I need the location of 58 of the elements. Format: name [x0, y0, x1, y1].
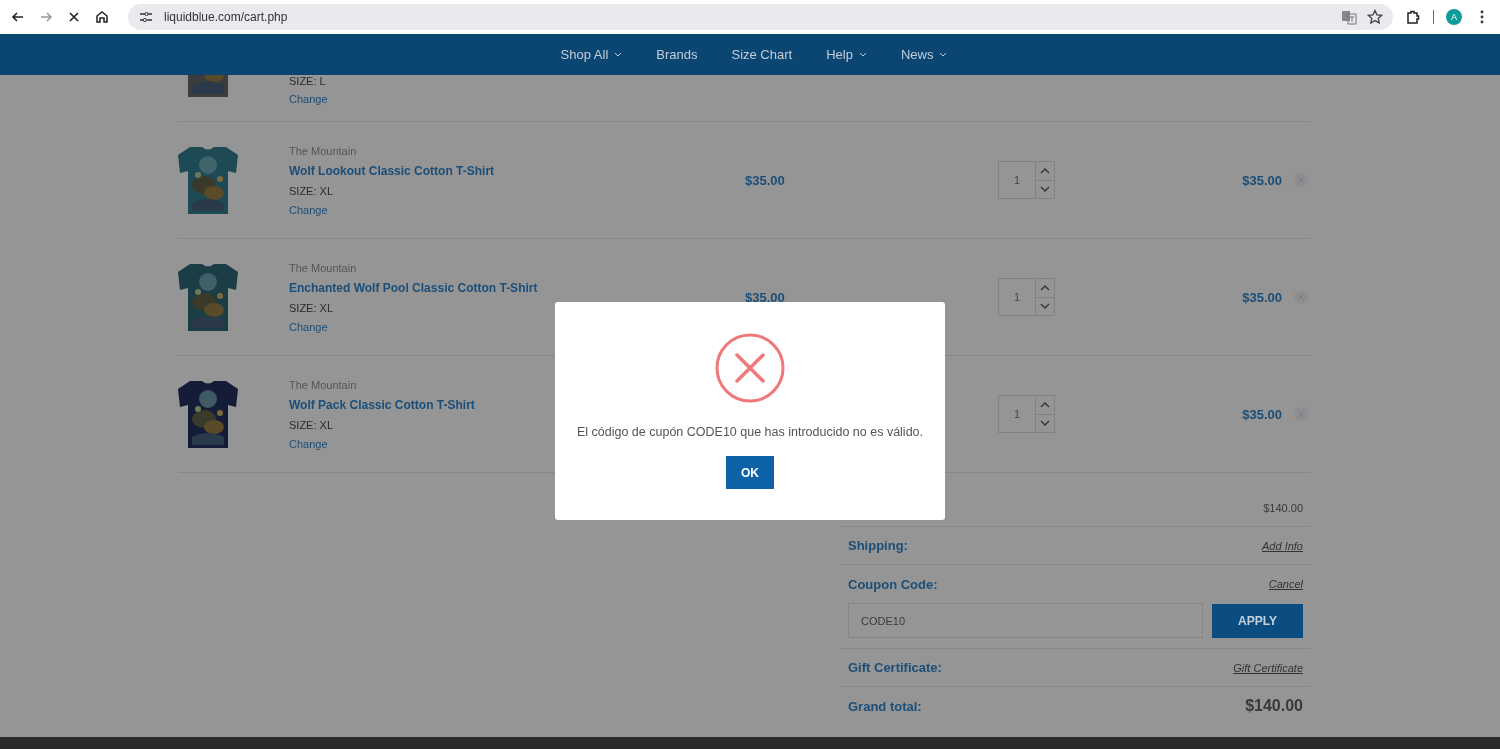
- change-link[interactable]: Change: [289, 203, 328, 216]
- quantity-stepper[interactable]: 1: [998, 278, 1055, 316]
- address-bar[interactable]: liquidblue.com/cart.php: [128, 4, 1393, 30]
- brand-text: The Mountain: [289, 261, 357, 274]
- label-text: Coupon Code:: [848, 576, 938, 592]
- product-link[interactable]: Enchanted Wolf Pool Classic Cotton T-Shirt: [289, 280, 538, 295]
- apply-button[interactable]: APPLY: [1212, 603, 1303, 638]
- chevron-up-icon[interactable]: [1040, 401, 1050, 408]
- puzzle-icon[interactable]: [1404, 9, 1421, 25]
- amount-text: $140.00: [1263, 501, 1303, 514]
- close-icon: [1298, 294, 1304, 300]
- chevron-up-icon[interactable]: [1040, 284, 1050, 291]
- nav-link[interactable]: News: [900, 47, 948, 62]
- chevron-down-icon[interactable]: [1040, 420, 1050, 427]
- nav-link[interactable]: Shop All: [560, 47, 623, 62]
- nav-link[interactable]: Help: [826, 47, 867, 62]
- total-text: $35.00: [1242, 172, 1282, 188]
- product-link[interactable]: Wolf Pack Classic Cotton T-Shirt: [289, 397, 475, 412]
- size-text: SIZE: XL: [289, 184, 334, 197]
- label-text: Gift Certificate:: [848, 660, 942, 675]
- total-text: $35.00: [1242, 289, 1282, 305]
- chevron-down-icon[interactable]: [1040, 303, 1050, 310]
- brand-text: The Mountain: [289, 378, 357, 391]
- close-icon: [1298, 411, 1304, 417]
- product-link[interactable]: Wolf Lookout Classic Cotton T-Shirt: [289, 163, 495, 178]
- error-icon: [715, 333, 785, 403]
- total-text: $35.00: [1242, 406, 1282, 422]
- nav-link[interactable]: Size Chart: [731, 47, 793, 62]
- brand-text: The Mountain: [289, 144, 357, 157]
- chevron-up-icon[interactable]: [1040, 167, 1050, 174]
- gift-certificate-link[interactable]: Gift Certificate: [1233, 661, 1303, 674]
- cancel-link[interactable]: Cancel: [1268, 578, 1303, 590]
- change-link[interactable]: Change: [289, 320, 328, 333]
- price-text: $35.00: [745, 172, 786, 188]
- coupon-field[interactable]: CODE10: [848, 603, 1203, 638]
- tune-icon[interactable]: [138, 9, 154, 25]
- quantity-stepper[interactable]: 1: [998, 395, 1055, 433]
- url-text: liquidblue.com/cart.php: [164, 10, 288, 24]
- error-message: El código de cupón CODE10 que has introducido no es válido.: [576, 425, 924, 439]
- translate-icon[interactable]: [1340, 9, 1357, 25]
- size-text: SIZE: XL: [289, 418, 334, 431]
- change-link[interactable]: Change: [289, 437, 328, 450]
- label-text: Shipping:: [848, 538, 908, 553]
- price-text: $35.00: [745, 289, 786, 305]
- home-icon[interactable]: [94, 9, 110, 25]
- size-text: SIZE: XL: [289, 301, 334, 314]
- change-link[interactable]: Change: [289, 93, 328, 105]
- grand-total-text: $140.00: [1245, 697, 1303, 715]
- nav-link[interactable]: Brands: [656, 47, 698, 62]
- ok-button[interactable]: OK: [726, 456, 774, 489]
- avatar[interactable]: A: [1446, 9, 1462, 25]
- label-text: Grand total:: [848, 698, 922, 714]
- quantity-stepper[interactable]: 1: [998, 161, 1055, 199]
- close-icon: [1298, 177, 1304, 183]
- chevron-down-icon[interactable]: [1040, 186, 1050, 193]
- star-icon[interactable]: [1366, 9, 1383, 25]
- size-text: SIZE: L: [289, 75, 326, 87]
- add-info-link[interactable]: Add Info: [1262, 539, 1303, 552]
